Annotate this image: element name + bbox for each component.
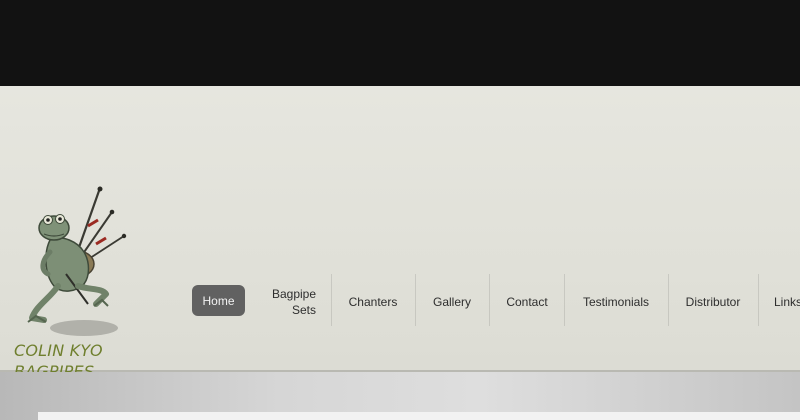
nav-testimonials[interactable]: Testimonials xyxy=(565,272,667,332)
top-black-bar xyxy=(0,0,800,86)
nav-links[interactable]: Links xyxy=(759,272,800,332)
nav-contact[interactable]: Contact xyxy=(490,272,564,332)
frog-bagpiper-logo[interactable] xyxy=(14,182,134,342)
nav-home[interactable]: Home xyxy=(192,285,245,316)
nav-bagpipe-sets-line2: Sets xyxy=(292,303,317,317)
brand-name-line1: COLIN KYO xyxy=(14,341,103,360)
nav-gallery[interactable]: Gallery xyxy=(416,272,488,332)
nav-chanters[interactable]: Chanters xyxy=(332,272,414,332)
main-nav: Home Bagpipe Sets Chanters Gallery Conta… xyxy=(180,272,800,332)
site-header: COLIN KYO BAGPIPES Home Bagpipe Sets Cha… xyxy=(0,86,800,381)
nav-bagpipe-sets-line1: Bagpipe xyxy=(271,287,317,301)
content-panel xyxy=(38,412,800,420)
nav-bagpipe-sets-label: Bagpipe Sets xyxy=(272,286,316,318)
nav-distributor[interactable]: Distributor xyxy=(669,272,757,332)
nav-bagpipe-sets[interactable]: Bagpipe Sets xyxy=(258,272,330,332)
